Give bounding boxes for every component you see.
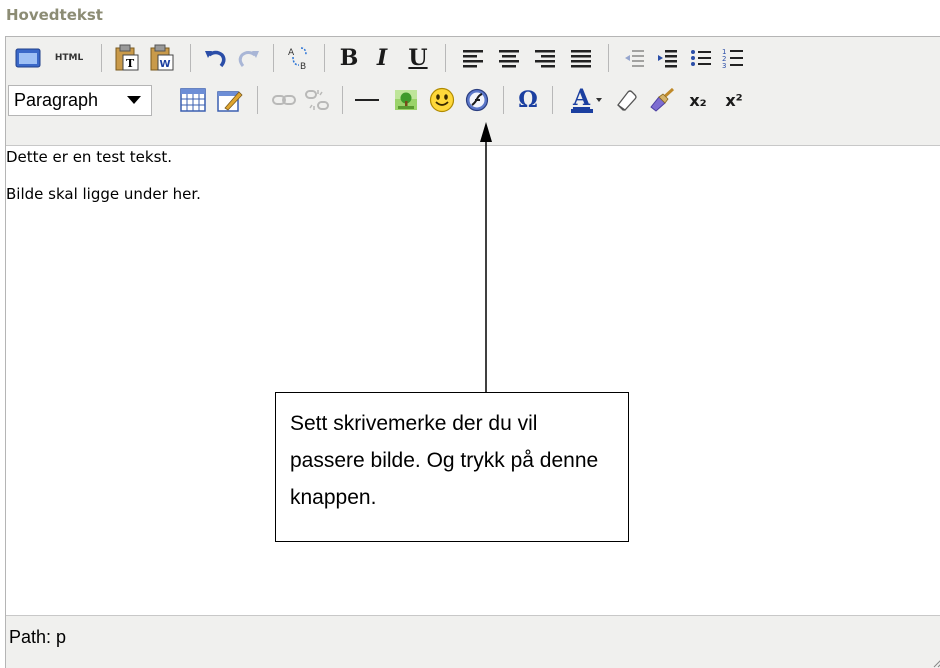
html-source-button[interactable]: HTML <box>46 42 92 74</box>
indent-button[interactable] <box>650 42 684 74</box>
editor-toolbar: HTML T W A B B I U 1 2 3 Paragraph Ω A x… <box>6 37 940 146</box>
element-path: Path: p <box>9 627 67 647</box>
chevron-down-icon <box>595 98 602 102</box>
fullscreen-button[interactable] <box>10 42 46 74</box>
bold-button[interactable]: B <box>334 42 364 74</box>
image-icon <box>395 90 417 110</box>
bullet-list-icon <box>691 50 711 66</box>
redo-icon <box>238 51 259 67</box>
horizontal-rule-button[interactable] <box>352 84 382 116</box>
separator <box>324 44 325 72</box>
separator <box>445 44 446 72</box>
field-label: Hovedtekst <box>6 6 103 24</box>
indent-icon <box>658 50 677 68</box>
rich-text-editor: HTML T W A B B I U 1 2 3 Paragraph Ω A x… <box>5 36 940 668</box>
italic-button[interactable]: I <box>364 42 400 74</box>
editor-content[interactable]: Dette er en test tekst. Bilde skal ligge… <box>6 146 940 614</box>
paragraph: Dette er en test tekst. <box>6 148 173 166</box>
toolbar-row-1: HTML T W A B B I U 1 2 3 <box>6 39 748 77</box>
insert-flash-button[interactable] <box>460 84 494 116</box>
bullet-list-button[interactable] <box>684 42 718 74</box>
separator <box>273 44 274 72</box>
align-justify-button[interactable] <box>563 42 599 74</box>
separator <box>101 44 102 72</box>
separator <box>257 86 258 114</box>
broom-icon <box>650 88 675 112</box>
italic-label: I <box>376 45 388 71</box>
unlink-button[interactable] <box>301 84 333 116</box>
paste-word-icon: W <box>150 44 174 71</box>
redo-button[interactable] <box>232 42 264 74</box>
align-right-button[interactable] <box>527 42 563 74</box>
svg-text:A: A <box>288 48 295 58</box>
paste-text-icon: T <box>115 44 139 71</box>
undo-button[interactable] <box>200 42 232 74</box>
paragraph: Bilde skal ligge under her. <box>6 185 201 203</box>
table-icon <box>180 88 206 112</box>
align-center-icon <box>499 50 519 68</box>
block-format-select[interactable]: Paragraph <box>8 84 152 116</box>
insert-image-button[interactable] <box>388 84 424 116</box>
svg-text:3: 3 <box>722 62 726 69</box>
omega-icon: Ω <box>518 87 538 113</box>
paste-text-button[interactable]: T <box>111 42 143 74</box>
superscript-label: x² <box>725 90 743 110</box>
align-justify-icon <box>571 50 591 68</box>
bold-label: B <box>339 45 359 71</box>
svg-text:W: W <box>160 59 171 70</box>
align-right-icon <box>535 50 555 68</box>
unlink-icon <box>305 90 329 110</box>
callout-text: Sett skrivemerke der du vil passere bild… <box>290 412 599 509</box>
font-color-bar <box>570 109 593 113</box>
svg-text:T: T <box>126 57 135 70</box>
status-bar: Path: p <box>6 615 940 668</box>
svg-text:B: B <box>300 62 306 71</box>
separator <box>503 86 504 114</box>
font-color-icon: A <box>570 85 593 113</box>
font-color-label: A <box>572 85 591 111</box>
underline-button[interactable]: U <box>400 42 436 74</box>
special-character-button[interactable]: Ω <box>513 84 543 116</box>
find-replace-icon: A B <box>288 47 307 71</box>
subscript-label: x₂ <box>689 90 707 110</box>
underline-label: U <box>408 45 428 71</box>
outdent-button[interactable] <box>618 42 650 74</box>
separator <box>190 44 191 72</box>
align-left-icon <box>463 50 483 68</box>
superscript-button[interactable]: x² <box>716 84 752 116</box>
cleanup-button[interactable] <box>644 84 680 116</box>
window-icon <box>15 48 41 68</box>
find-replace-button[interactable]: A B <box>283 42 315 74</box>
separator <box>608 44 609 72</box>
insert-table-button[interactable] <box>174 84 212 116</box>
align-left-button[interactable] <box>455 42 491 74</box>
toolbar-row-2: Paragraph Ω A x₂ x² <box>6 81 752 119</box>
eraser-icon <box>617 90 637 111</box>
paste-word-button[interactable]: W <box>143 42 181 74</box>
chevron-down-icon <box>127 96 141 104</box>
flash-icon <box>465 88 489 112</box>
numbered-list-icon: 1 2 3 <box>722 48 743 69</box>
html-label: HTML <box>54 53 84 63</box>
edit-table-button[interactable] <box>212 84 248 116</box>
remove-format-button[interactable] <box>610 84 644 116</box>
numbered-list-button[interactable]: 1 2 3 <box>718 42 748 74</box>
subscript-button[interactable]: x₂ <box>680 84 716 116</box>
insert-link-button[interactable] <box>267 84 301 116</box>
resize-handle-icon[interactable] <box>932 656 940 668</box>
annotation-callout: Sett skrivemerke der du vil passere bild… <box>275 392 629 542</box>
outdent-icon <box>625 50 644 67</box>
horizontal-rule-icon <box>355 99 379 101</box>
undo-icon <box>205 50 226 68</box>
edit-table-icon <box>217 91 243 112</box>
separator <box>552 86 553 114</box>
block-format-value: Paragraph <box>14 89 99 110</box>
insert-emoticon-button[interactable] <box>424 84 460 116</box>
smiley-icon <box>429 87 455 113</box>
link-icon <box>272 95 296 105</box>
separator <box>342 86 343 114</box>
font-color-button[interactable]: A <box>562 84 610 116</box>
align-center-button[interactable] <box>491 42 527 74</box>
